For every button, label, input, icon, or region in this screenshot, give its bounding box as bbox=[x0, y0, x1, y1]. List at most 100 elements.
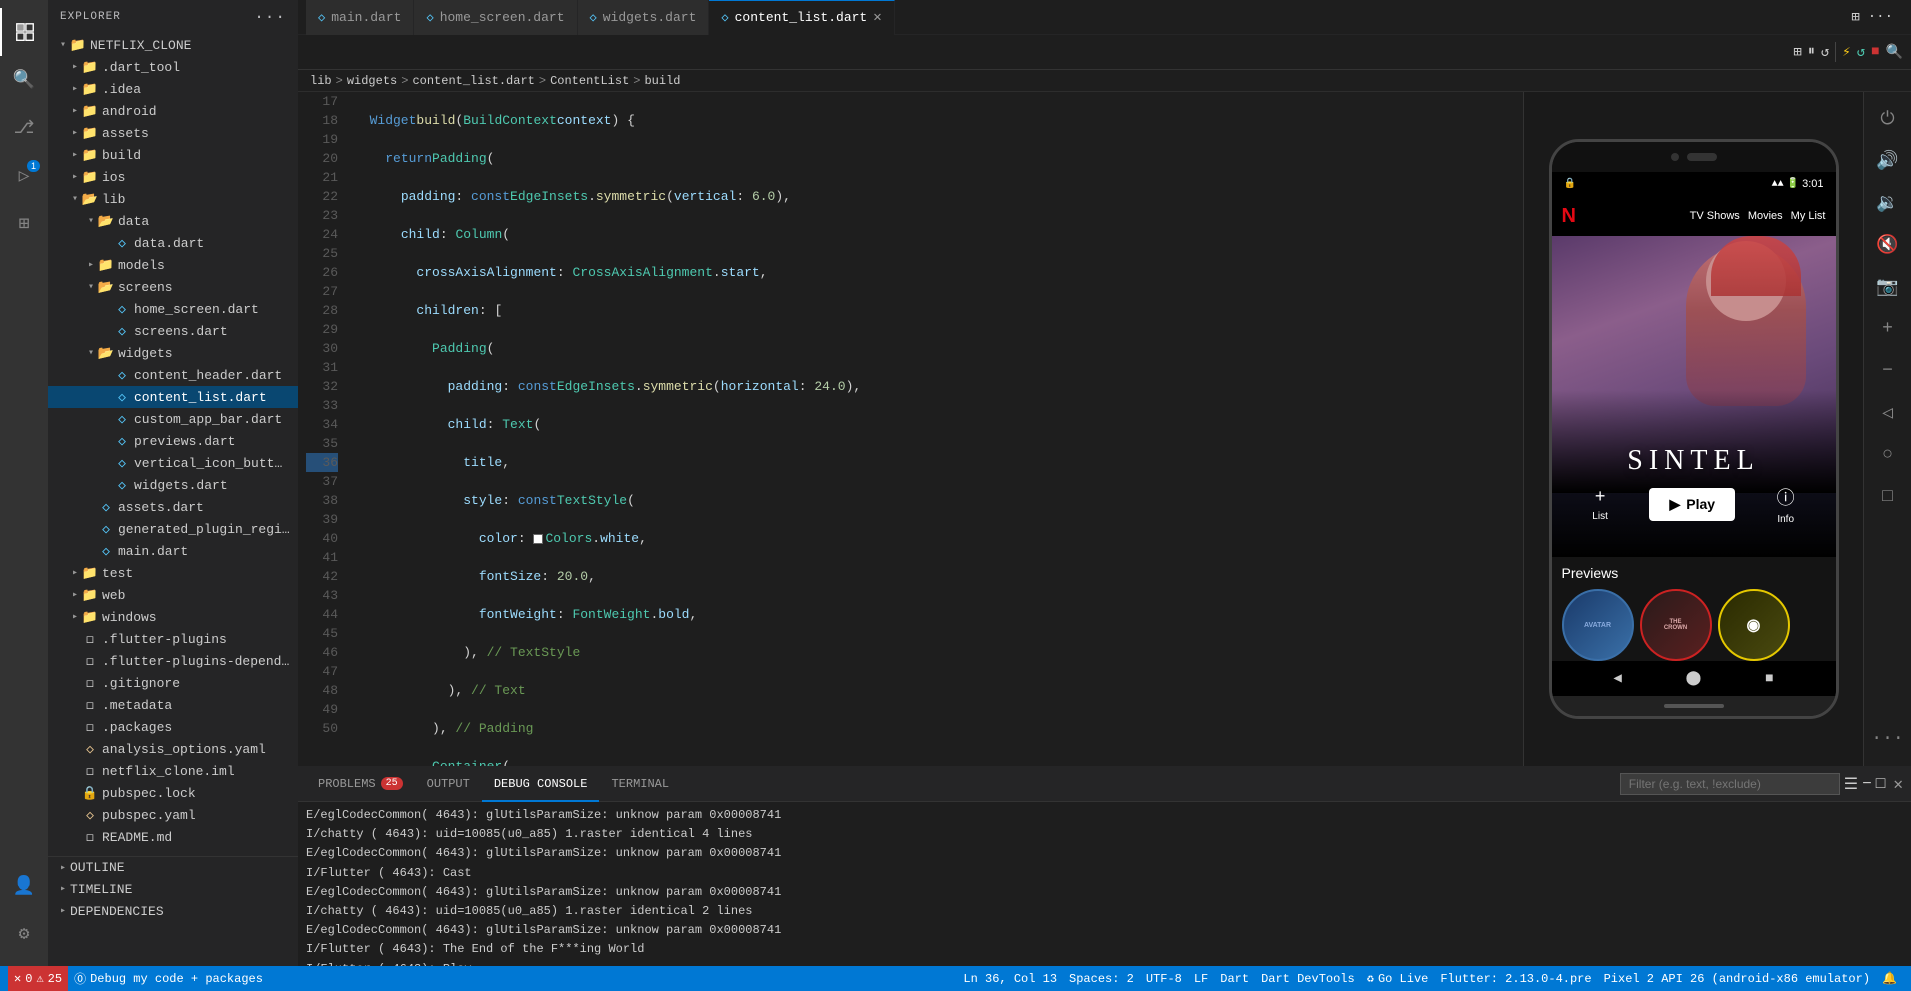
debug-status-item[interactable]: ⓪ Debug my code + packages bbox=[68, 966, 269, 991]
status-spaces[interactable]: Spaces: 2 bbox=[1063, 966, 1140, 991]
tree-item[interactable]: ▸ ◻ netflix_clone.iml bbox=[48, 760, 298, 782]
tree-item[interactable]: ▸ ◇ assets.dart bbox=[48, 496, 298, 518]
tree-item[interactable]: ▸ ◇ screens.dart bbox=[48, 320, 298, 342]
tree-item[interactable]: ▸ ◻ .flutter-plugins bbox=[48, 628, 298, 650]
status-ln-col[interactable]: Ln 36, Col 13 bbox=[957, 966, 1063, 991]
phone-square-icon[interactable]: ■ bbox=[1765, 671, 1773, 687]
tree-item[interactable]: ▸ ◇ custom_app_bar.dart bbox=[48, 408, 298, 430]
status-errors-item[interactable]: ✕ 0 ⚠ 25 bbox=[8, 966, 68, 991]
explorer-activity-icon[interactable] bbox=[0, 8, 48, 56]
debug-stop-icon[interactable]: ■ bbox=[1871, 44, 1879, 60]
tab-home-screen[interactable]: ◇ home_screen.dart bbox=[414, 0, 577, 35]
timeline-section[interactable]: ▸ TIMELINE bbox=[48, 878, 298, 900]
debug-search-icon[interactable]: 🔍 bbox=[1886, 44, 1903, 61]
tree-root[interactable]: ▾ 📁 NETFLIX_CLONE bbox=[48, 34, 298, 56]
preview-show3[interactable]: ◉ bbox=[1718, 589, 1790, 661]
phone-back-icon[interactable]: ◀ bbox=[1613, 670, 1621, 687]
panel-close-btn[interactable]: ✕ bbox=[1893, 774, 1903, 794]
status-lang[interactable]: Dart bbox=[1214, 966, 1255, 991]
tab-widgets[interactable]: ◇ widgets.dart bbox=[578, 0, 710, 35]
volume-mute-icon[interactable]: 🔇 bbox=[1869, 226, 1907, 264]
tree-item[interactable]: ▾ 📂 widgets bbox=[48, 342, 298, 364]
tree-item[interactable]: ▸ 📁 models bbox=[48, 254, 298, 276]
panel-maximize-icon[interactable]: □ bbox=[1876, 775, 1886, 793]
tree-item[interactable]: ▸ 📁 test bbox=[48, 562, 298, 584]
status-flutter[interactable]: Flutter: 2.13.0-4.pre bbox=[1434, 966, 1597, 991]
tree-item[interactable]: ▸ ◇ generated_plugin_registrant.... bbox=[48, 518, 298, 540]
tab-close-icon[interactable]: ✕ bbox=[873, 9, 881, 26]
dependencies-section[interactable]: ▸ DEPENDENCIES bbox=[48, 900, 298, 922]
code-editor[interactable]: 1718192021 2223242526 2728293031 3233343… bbox=[298, 92, 1523, 766]
output-tab[interactable]: OUTPUT bbox=[415, 767, 482, 802]
tree-item[interactable]: ▸ ◇ widgets.dart bbox=[48, 474, 298, 496]
tab-main-dart[interactable]: ◇ main.dart bbox=[306, 0, 414, 35]
tree-item[interactable]: ▸ ◇ content_header.dart bbox=[48, 364, 298, 386]
debug-flash-icon[interactable]: ⚡ bbox=[1842, 44, 1850, 61]
debug-restart-icon[interactable]: ↺ bbox=[1857, 44, 1865, 61]
tree-item[interactable]: ▸ 📁 .idea bbox=[48, 78, 298, 100]
list-action-btn[interactable]: + List bbox=[1592, 486, 1608, 522]
settings-activity-icon[interactable]: ⚙ bbox=[0, 910, 48, 958]
preview-avatar[interactable]: AVATAR bbox=[1562, 589, 1634, 661]
tree-item[interactable]: ▸ 📁 windows bbox=[48, 606, 298, 628]
phone-home-icon[interactable]: ⬤ bbox=[1686, 670, 1702, 687]
nav-movies[interactable]: Movies bbox=[1748, 210, 1783, 222]
tree-item[interactable]: ▸ ◻ .metadata bbox=[48, 694, 298, 716]
panel-minimize-icon[interactable]: − bbox=[1862, 775, 1872, 793]
filter-list-icon[interactable]: ☰ bbox=[1844, 774, 1858, 794]
tree-item[interactable]: ▸ ◻ .packages bbox=[48, 716, 298, 738]
status-devtools[interactable]: Dart DevTools bbox=[1255, 966, 1361, 991]
status-device[interactable]: Pixel 2 API 26 (android-x86 emulator) bbox=[1598, 966, 1876, 991]
breadcrumb-method[interactable]: build bbox=[644, 74, 680, 88]
account-activity-icon[interactable]: 👤 bbox=[0, 862, 48, 910]
more-icon[interactable]: ··· bbox=[1869, 720, 1907, 758]
zoom-in-icon[interactable]: + bbox=[1869, 310, 1907, 348]
play-action-btn[interactable]: ▶ Play bbox=[1649, 488, 1735, 521]
rotate-left-icon[interactable]: ◁ bbox=[1869, 394, 1907, 432]
split-editor-icon[interactable]: ⊞ bbox=[1849, 7, 1861, 28]
tree-item[interactable]: ▸ 🔒 pubspec.lock bbox=[48, 782, 298, 804]
tree-item[interactable]: ▸ ◇ home_screen.dart bbox=[48, 298, 298, 320]
debug-grid-icon[interactable]: ⊞ bbox=[1793, 44, 1801, 61]
more-actions-icon[interactable]: ··· bbox=[1866, 7, 1895, 27]
camera-icon[interactable]: 📷 bbox=[1869, 268, 1907, 306]
status-notifications-icon[interactable]: 🔔 bbox=[1876, 966, 1903, 991]
debug-step-icon[interactable]: ↺ bbox=[1821, 44, 1829, 61]
code-content[interactable]: Widget build(BuildContext context) { ret… bbox=[346, 92, 1523, 766]
tab-content-list[interactable]: ◇ content_list.dart ✕ bbox=[709, 0, 894, 35]
tree-item[interactable]: ▸ ◇ pubspec.yaml bbox=[48, 804, 298, 826]
tree-item[interactable]: ▸ 📁 .dart_tool bbox=[48, 56, 298, 78]
debug-pause-icon[interactable]: ⏸ bbox=[1808, 44, 1815, 60]
breadcrumb-widgets[interactable]: widgets bbox=[347, 74, 397, 88]
outline-section[interactable]: ▸ OUTLINE bbox=[48, 856, 298, 878]
tree-item[interactable]: ▾ 📂 data bbox=[48, 210, 298, 232]
volume-high-icon[interactable]: 🔊 bbox=[1869, 142, 1907, 180]
source-control-activity-icon[interactable]: ⎇ bbox=[0, 104, 48, 152]
search-activity-icon[interactable]: 🔍 bbox=[0, 56, 48, 104]
tree-item[interactable]: ▸ 📁 ios bbox=[48, 166, 298, 188]
breadcrumb-class[interactable]: ContentList bbox=[550, 74, 629, 88]
status-encoding[interactable]: UTF-8 bbox=[1140, 966, 1188, 991]
problems-tab[interactable]: PROBLEMS 25 bbox=[306, 767, 415, 802]
tree-item[interactable]: ▸ ◻ .gitignore bbox=[48, 672, 298, 694]
square-icon[interactable]: □ bbox=[1869, 478, 1907, 516]
terminal-tab[interactable]: TERMINAL bbox=[599, 767, 681, 802]
extensions-activity-icon[interactable]: ⊞ bbox=[0, 200, 48, 248]
volume-low-icon[interactable]: 🔉 bbox=[1869, 184, 1907, 222]
nav-tv-shows[interactable]: TV Shows bbox=[1690, 210, 1740, 222]
preview-crown[interactable]: THECROWN bbox=[1640, 589, 1712, 661]
tree-item[interactable]: ▸ ◻ README.md bbox=[48, 826, 298, 848]
tree-item[interactable]: ▾ 📂 lib bbox=[48, 188, 298, 210]
breadcrumb-file[interactable]: content_list.dart bbox=[412, 74, 534, 88]
status-eol[interactable]: LF bbox=[1188, 966, 1214, 991]
debug-activity-icon[interactable]: ▷ 1 bbox=[0, 152, 48, 200]
power-icon[interactable]: ⏻ bbox=[1869, 100, 1907, 138]
status-golive[interactable]: ♻ Go Live bbox=[1361, 966, 1435, 991]
nav-my-list[interactable]: My List bbox=[1791, 210, 1826, 222]
tree-item[interactable]: ▸ ◇ analysis_options.yaml bbox=[48, 738, 298, 760]
tree-item[interactable]: ▸ 📁 android bbox=[48, 100, 298, 122]
info-action-btn[interactable]: ⓘ Info bbox=[1777, 484, 1795, 525]
tree-item[interactable]: ▸ 📁 assets bbox=[48, 122, 298, 144]
tree-item[interactable]: ▸ ◇ vertical_icon_button.dart bbox=[48, 452, 298, 474]
zoom-out-icon[interactable]: − bbox=[1869, 352, 1907, 390]
